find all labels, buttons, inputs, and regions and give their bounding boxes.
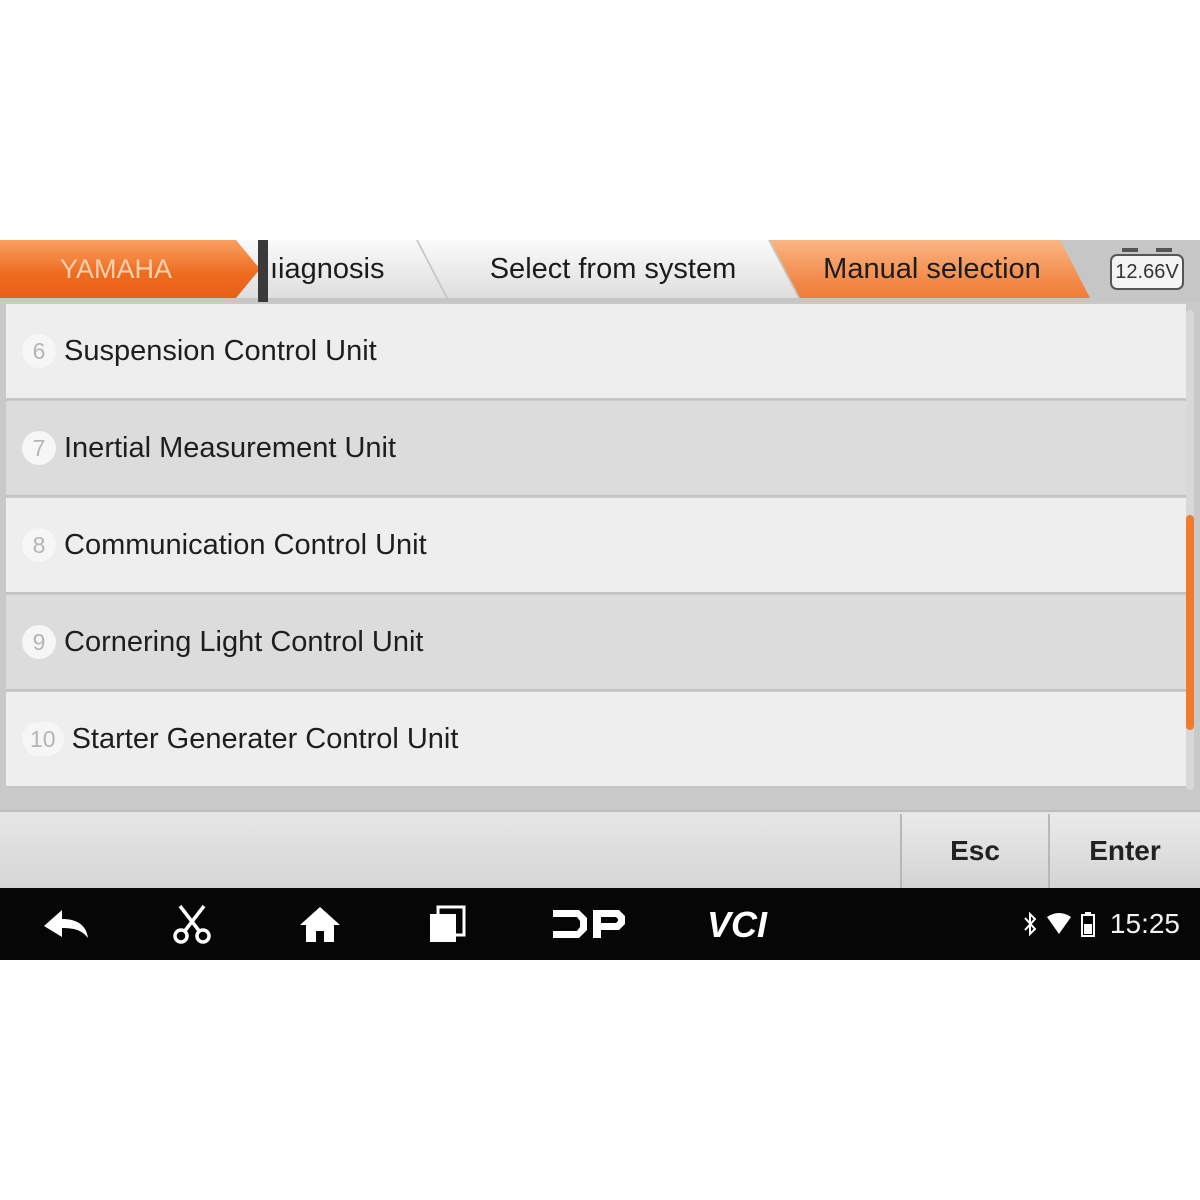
list-item[interactable]: 10 Starter Generater Control Unit bbox=[6, 692, 1186, 788]
enter-button[interactable]: Enter bbox=[1048, 814, 1200, 888]
wifi-icon bbox=[1046, 913, 1071, 934]
action-bar: Esc Enter bbox=[0, 810, 1200, 888]
recent-apps-icon[interactable] bbox=[424, 902, 470, 946]
battery-voltage-badge: 12.66V bbox=[1110, 248, 1184, 290]
status-area: 15:25 bbox=[1022, 904, 1180, 944]
item-label: Communication Control Unit bbox=[64, 528, 427, 561]
list-item[interactable]: 9 Cornering Light Control Unit bbox=[6, 595, 1186, 691]
system-nav-bar: VCI 15:25 bbox=[0, 888, 1200, 960]
breadcrumb-manual-selection[interactable]: Manual selection bbox=[770, 240, 1090, 298]
item-number: 8 bbox=[22, 528, 56, 562]
scrollbar-thumb[interactable] bbox=[1186, 515, 1194, 730]
battery-icon bbox=[1080, 912, 1095, 937]
list-item[interactable]: 7 Inertial Measurement Unit bbox=[6, 401, 1186, 497]
item-number: 9 bbox=[22, 625, 56, 659]
item-number: 7 bbox=[22, 431, 56, 465]
breadcrumb-brand-label: YAMAHA bbox=[59, 253, 173, 284]
bluetooth-icon bbox=[1024, 911, 1037, 937]
scissors-icon[interactable] bbox=[168, 902, 216, 946]
home-icon[interactable] bbox=[296, 902, 344, 946]
breadcrumb-select-label: Select from system bbox=[489, 252, 737, 285]
item-label: Starter Generater Control Unit bbox=[71, 722, 459, 755]
breadcrumb-diagnosis-label: ıiagnosis bbox=[270, 252, 385, 285]
breadcrumb-brand[interactable]: YAMAHA bbox=[0, 240, 262, 298]
svg-text:VCI: VCI bbox=[707, 907, 768, 941]
back-icon[interactable] bbox=[38, 902, 94, 946]
item-label: Cornering Light Control Unit bbox=[64, 625, 424, 658]
item-number: 10 bbox=[22, 722, 64, 756]
list-item[interactable]: 6 Suspension Control Unit bbox=[6, 304, 1186, 400]
breadcrumb-manual-label: Manual selection bbox=[823, 252, 1041, 285]
item-label: Inertial Measurement Unit bbox=[64, 431, 397, 464]
vci-icon[interactable]: VCI bbox=[704, 902, 790, 946]
breadcrumb: YAMAHA ıiagnosis Select from system Manu… bbox=[0, 240, 1200, 302]
esc-button[interactable]: Esc bbox=[900, 814, 1048, 888]
item-number: 6 bbox=[22, 334, 56, 368]
diagnostic-screen: YAMAHA ıiagnosis Select from system Manu… bbox=[0, 240, 1200, 960]
dp-icon[interactable] bbox=[548, 902, 628, 946]
list-item[interactable]: 8 Communication Control Unit bbox=[6, 498, 1186, 594]
clock: 15:25 bbox=[1109, 908, 1180, 939]
item-label: Suspension Control Unit bbox=[64, 334, 377, 367]
system-list: 6 Suspension Control Unit 7 Inertial Mea… bbox=[6, 304, 1188, 790]
breadcrumb-select-from-system[interactable]: Select from system bbox=[418, 240, 798, 298]
breadcrumb-divider bbox=[258, 240, 268, 302]
